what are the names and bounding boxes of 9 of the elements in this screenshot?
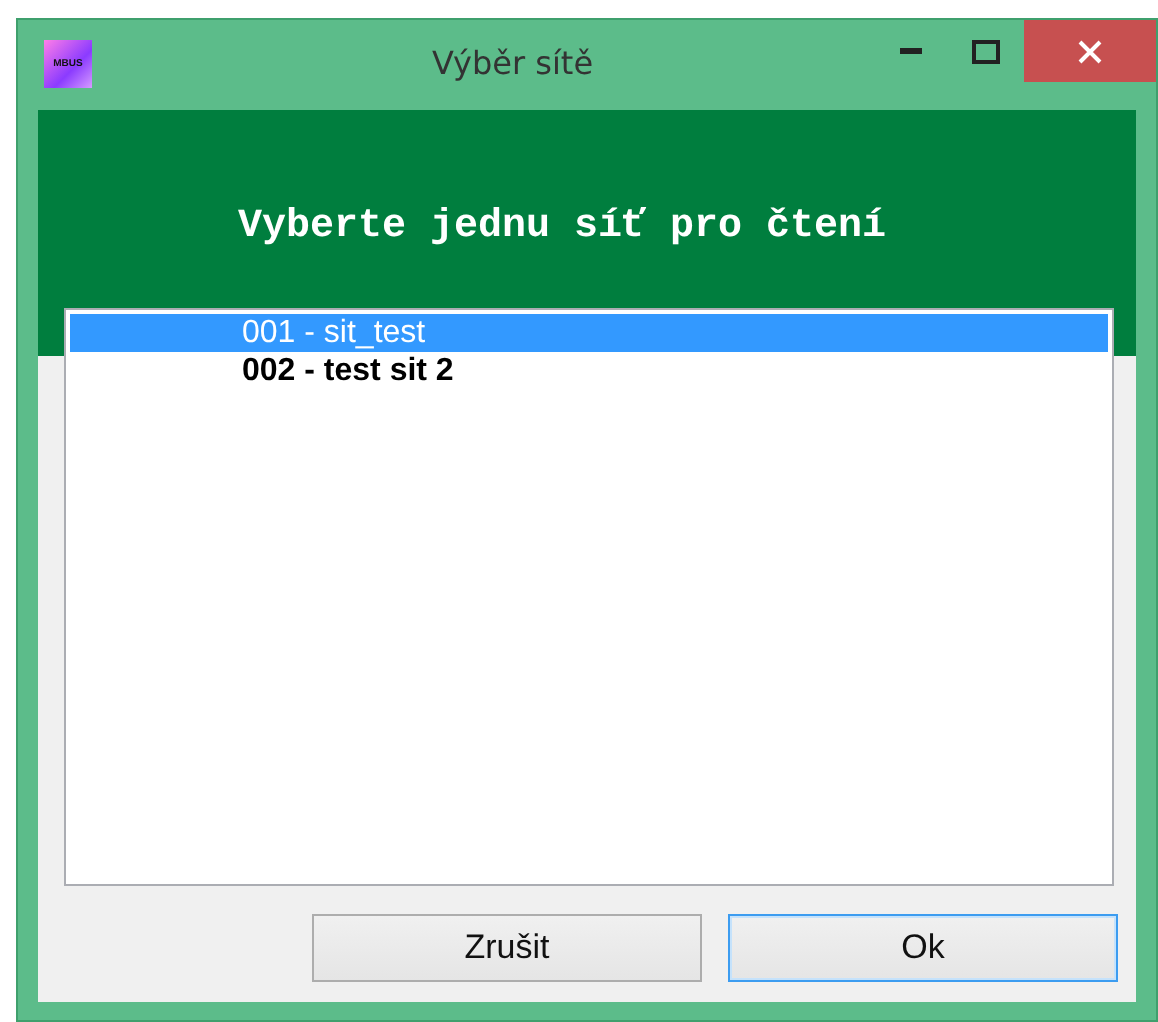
window-title: Výběr sítě xyxy=(432,44,594,82)
header-text: Vyberte jednu síť pro čtení xyxy=(238,204,887,250)
dialog-button[interactable]: Ok xyxy=(728,914,1118,982)
list-item[interactable]: 002 - test sit 2 xyxy=(70,352,1108,390)
minimize-icon xyxy=(899,48,921,54)
close-icon xyxy=(1078,39,1102,63)
maximize-icon xyxy=(972,39,1000,63)
dialog-button[interactable]: Zrušit xyxy=(312,914,702,982)
close-button[interactable] xyxy=(1024,20,1156,82)
